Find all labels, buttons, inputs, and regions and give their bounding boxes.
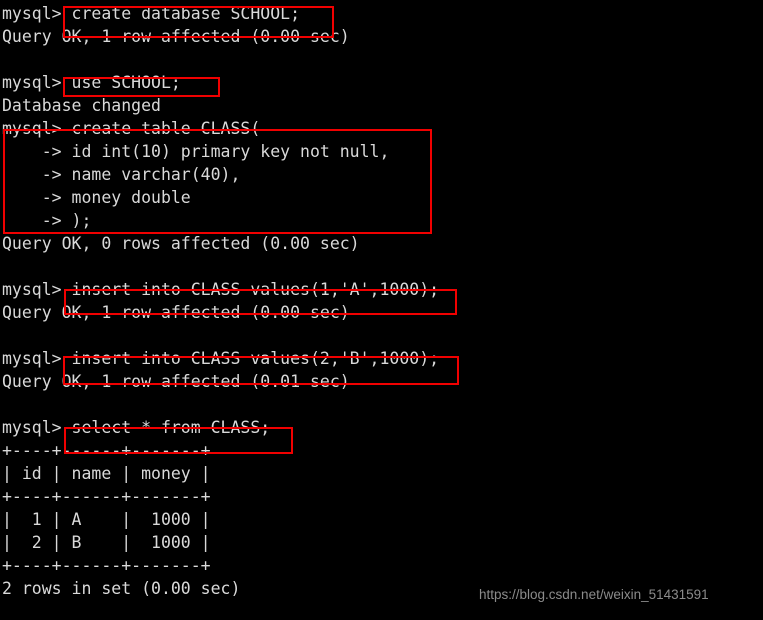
terminal-line: Database changed [2,96,161,115]
terminal-screenshot: mysql> create database SCHOOL; Query OK,… [0,0,763,620]
terminal-line: Query OK, 0 rows affected (0.00 sec) [2,234,360,253]
terminal-line: -> ); [2,211,92,230]
terminal-line: -> name varchar(40), [2,165,241,184]
terminal-table-header: | id | name | money | [2,464,211,483]
terminal-table-border: +----+------+-------+ [2,556,211,575]
terminal-table-row: | 2 | B | 1000 | [2,533,211,552]
terminal-table-border: +----+------+-------+ [2,441,211,460]
terminal-line: mysql> insert into CLASS values(1,'A',10… [2,280,440,299]
terminal-line: mysql> insert into CLASS values(2,'B',10… [2,349,440,368]
terminal-line: Query OK, 1 row affected (0.00 sec) [2,27,350,46]
terminal-line: mysql> select * from CLASS; [2,418,271,437]
watermark-url: https://blog.csdn.net/weixin_51431591 [479,587,709,602]
terminal-line: -> money double [2,188,191,207]
terminal-line: -> id int(10) primary key not null, [2,142,390,161]
terminal-table-row: | 1 | A | 1000 | [2,510,211,529]
terminal-line: Query OK, 1 row affected (0.00 sec) [2,303,350,322]
terminal-line: mysql> create table CLASS( [2,119,261,138]
terminal-line: mysql> use SCHOOL; [2,73,181,92]
terminal-line: mysql> create database SCHOOL; [2,4,301,23]
mysql-terminal-output[interactable]: mysql> create database SCHOOL; Query OK,… [0,0,763,620]
terminal-table-border: +----+------+-------+ [2,487,211,506]
terminal-line: Query OK, 1 row affected (0.01 sec) [2,372,350,391]
